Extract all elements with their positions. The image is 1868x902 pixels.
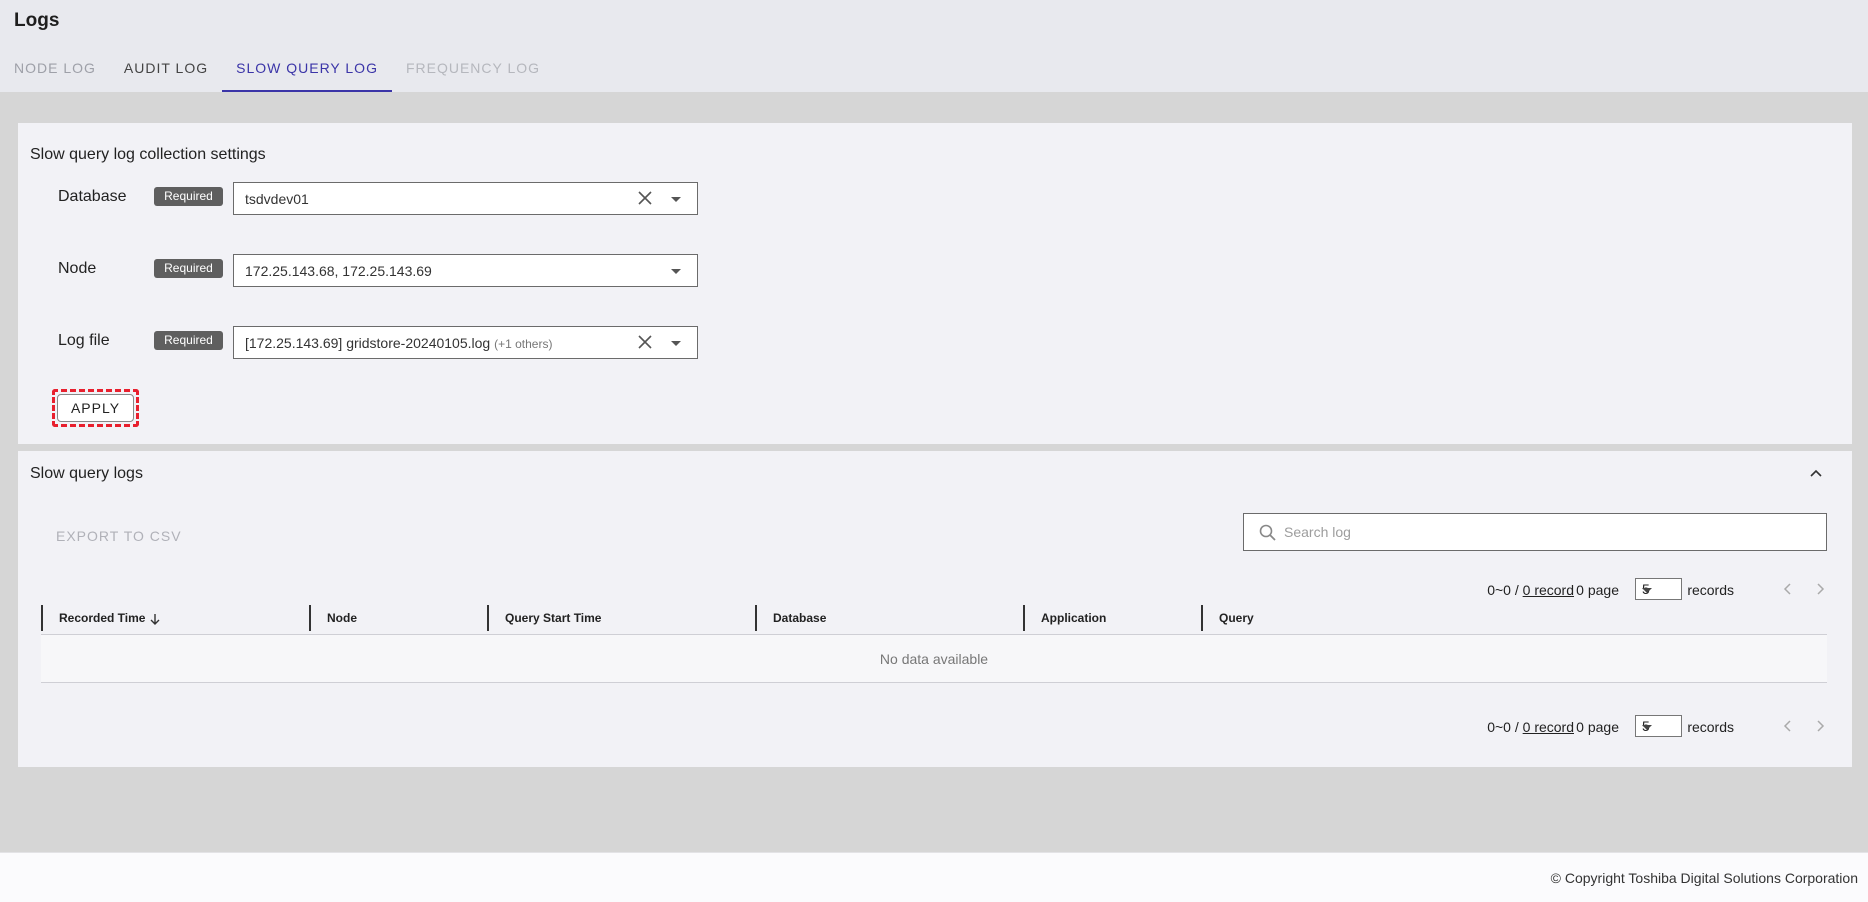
- pager-range: 0~0 / 0 record: [1487, 719, 1574, 735]
- tab-node-log[interactable]: NODE LOG: [0, 50, 110, 92]
- chevron-right-icon[interactable]: [1809, 578, 1831, 600]
- pager-page: 0 page: [1576, 719, 1619, 735]
- tab-frequency-log: FREQUENCY LOG: [405, 60, 541, 76]
- page-header: Logs NODE LOG AUDIT LOG SLOW QUERY LOG F…: [0, 0, 1868, 92]
- rows-per-page-select[interactable]: 5: [1635, 715, 1682, 737]
- database-clear-icon[interactable]: [635, 188, 655, 208]
- copyright-text: © Copyright Toshiba Digital Solutions Co…: [1550, 870, 1858, 886]
- pager-records-label: records: [1687, 582, 1734, 598]
- rows-per-page-select[interactable]: 5: [1635, 578, 1682, 600]
- node-label: Node: [58, 260, 97, 277]
- log-file-required-badge: Required: [154, 331, 223, 350]
- log-file-dropdown-icon[interactable]: [671, 341, 681, 346]
- arrow-down-icon[interactable]: [148, 612, 162, 626]
- log-file-value-text: [172.25.143.69] gridstore-20240105.log: [245, 335, 491, 351]
- tab-slow-query-log[interactable]: SLOW QUERY LOG: [222, 50, 392, 92]
- chevron-left-icon[interactable]: [1777, 715, 1799, 737]
- database-label: Database: [58, 188, 127, 205]
- node-dropdown-icon[interactable]: [671, 269, 681, 274]
- footer: © Copyright Toshiba Digital Solutions Co…: [0, 852, 1868, 902]
- pager-range: 0~0 / 0 record: [1487, 582, 1574, 598]
- chevron-left-icon[interactable]: [1777, 578, 1799, 600]
- empty-table-message: No data available: [41, 635, 1827, 683]
- settings-title: Slow query log collection settings: [30, 146, 266, 163]
- column-database[interactable]: Database: [755, 605, 826, 631]
- logs-title: Slow query logs: [30, 465, 143, 482]
- page-title: Logs: [14, 10, 60, 31]
- table-header: Recorded Time Node Query Start Time Data…: [41, 605, 1827, 635]
- pager-range-text: 0~0 /: [1487, 719, 1523, 735]
- main-content: Slow query log collection settings Datab…: [0, 92, 1868, 852]
- chevron-down-icon: [1642, 588, 1652, 593]
- log-file-extra-count: (+1 others): [494, 337, 553, 351]
- column-application[interactable]: Application: [1023, 605, 1106, 631]
- settings-panel: Slow query log collection settings Datab…: [18, 123, 1852, 444]
- pager-page: 0 page: [1576, 582, 1619, 598]
- pager-bottom: 0~0 / 0 record 0 page 5 records: [1252, 715, 1852, 739]
- log-file-select[interactable]: [172.25.143.69] gridstore-20240105.log (…: [233, 326, 698, 359]
- record-count-link[interactable]: 0 record: [1523, 582, 1574, 598]
- column-node[interactable]: Node: [309, 605, 357, 631]
- pager-records-label: records: [1687, 719, 1734, 735]
- log-file-label: Log file: [58, 332, 110, 349]
- slow-query-table: Recorded Time Node Query Start Time Data…: [41, 605, 1827, 683]
- column-query-start-time[interactable]: Query Start Time: [487, 605, 601, 631]
- node-value: 172.25.143.68, 172.25.143.69: [245, 263, 432, 279]
- search-input[interactable]: [1284, 514, 1814, 550]
- column-recorded-time[interactable]: Recorded Time: [41, 605, 162, 631]
- record-count-link[interactable]: 0 record: [1523, 719, 1574, 735]
- chevron-up-icon[interactable]: [1806, 463, 1826, 483]
- log-tabs: NODE LOG AUDIT LOG SLOW QUERY LOG FREQUE…: [0, 50, 554, 92]
- search-field[interactable]: [1243, 513, 1827, 551]
- log-file-value: [172.25.143.69] gridstore-20240105.log (…: [245, 335, 552, 351]
- slow-query-logs-panel: Slow query logs EXPORT TO CSV 0~0 / 0 re…: [18, 451, 1852, 767]
- export-csv-button: EXPORT TO CSV: [56, 528, 182, 544]
- pager-range-text: 0~0 /: [1487, 582, 1523, 598]
- chevron-right-icon[interactable]: [1809, 715, 1831, 737]
- search-icon: [1259, 524, 1276, 541]
- database-select[interactable]: tsdvdev01: [233, 182, 698, 215]
- apply-button[interactable]: APPLY: [57, 394, 134, 422]
- log-file-clear-icon[interactable]: [635, 332, 655, 352]
- database-dropdown-icon[interactable]: [671, 197, 681, 202]
- node-select[interactable]: 172.25.143.68, 172.25.143.69: [233, 254, 698, 287]
- pager-top: 0~0 / 0 record 0 page 5 records: [1252, 578, 1852, 602]
- column-query[interactable]: Query: [1201, 605, 1254, 631]
- column-recorded-time-label: Recorded Time: [59, 611, 146, 625]
- chevron-down-icon: [1642, 725, 1652, 730]
- database-required-badge: Required: [154, 187, 223, 206]
- tab-audit-log[interactable]: AUDIT LOG: [110, 50, 222, 92]
- node-required-badge: Required: [154, 259, 223, 278]
- database-value: tsdvdev01: [245, 191, 309, 207]
